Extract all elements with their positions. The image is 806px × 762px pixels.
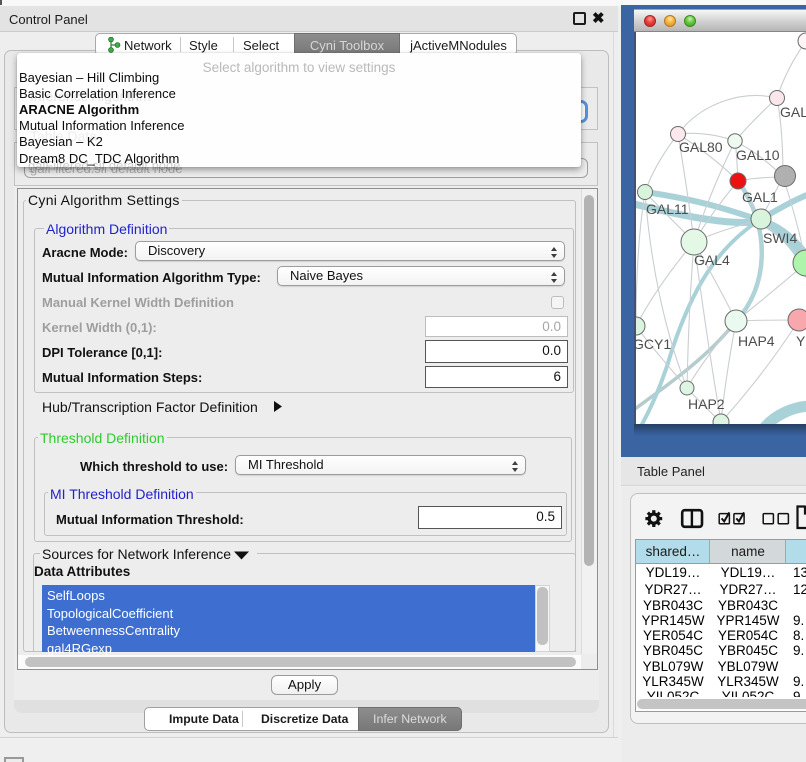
svg-text:GAL11: GAL11 <box>646 201 689 217</box>
svg-text:GAL: GAL <box>780 104 806 120</box>
svg-text:GAL80: GAL80 <box>679 139 723 155</box>
svg-text:GAL1: GAL1 <box>742 189 778 205</box>
svg-text:GAL10: GAL10 <box>736 147 780 163</box>
svg-text:Y: Y <box>796 333 806 349</box>
svg-text:GAL4: GAL4 <box>694 252 730 268</box>
svg-text:HAP4: HAP4 <box>738 333 775 349</box>
svg-text:SWI4: SWI4 <box>763 230 797 246</box>
svg-text:HAP2: HAP2 <box>688 396 725 412</box>
svg-text:GCY1: GCY1 <box>636 336 671 352</box>
